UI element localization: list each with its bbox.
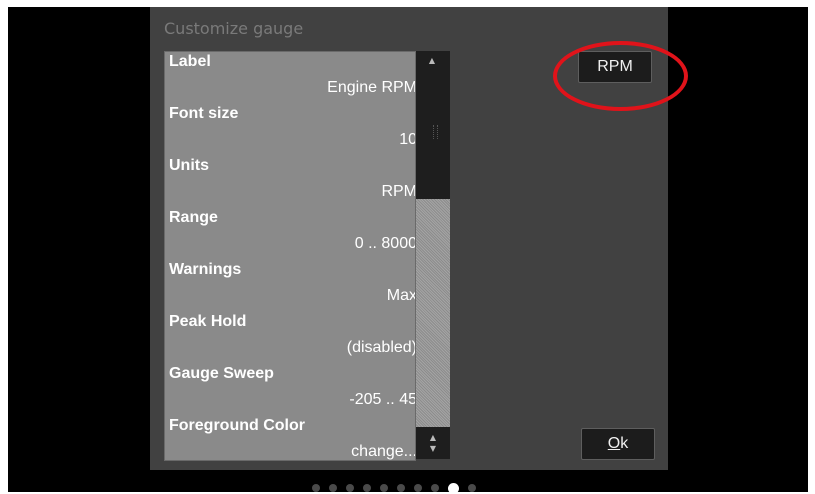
scrollbar-thumb[interactable]: ▲ <box>416 51 450 199</box>
page-dot[interactable] <box>312 484 320 492</box>
list-item-warnings[interactable]: Warnings Max <box>165 260 416 312</box>
page-dot[interactable] <box>468 484 476 492</box>
vertical-scrollbar[interactable]: ▲ ▲ ▼ <box>416 51 450 459</box>
setting-value: 0 .. 8000 <box>354 235 416 252</box>
dialog-title: Customize gauge <box>164 19 304 38</box>
setting-label: Warnings <box>169 261 242 278</box>
list-item-units[interactable]: Units RPM <box>165 156 416 208</box>
setting-value: Max <box>386 287 416 304</box>
setting-label: Gauge Sweep <box>169 365 274 382</box>
page-dot[interactable] <box>346 484 354 492</box>
ok-label-rest: k <box>620 435 629 452</box>
page-indicator <box>312 482 476 494</box>
setting-value: RPM <box>381 183 416 200</box>
ok-button[interactable]: Ok <box>581 428 655 460</box>
page-dot[interactable] <box>397 484 405 492</box>
ok-mnemonic: O <box>607 435 621 452</box>
setting-value: Engine RPM <box>327 79 416 96</box>
list-item-font-size[interactable]: Font size 10 <box>165 104 416 156</box>
setting-label: Foreground Color <box>169 417 305 434</box>
list-item-foreground-color[interactable]: Foreground Color change... <box>165 416 416 460</box>
setting-label: Peak Hold <box>169 313 247 330</box>
scroll-step-buttons: ▲ ▼ <box>416 427 450 459</box>
setting-value: -205 .. 45 <box>349 391 416 408</box>
list-item-range[interactable]: Range 0 .. 8000 <box>165 208 416 260</box>
scroll-up-icon[interactable]: ▲ <box>420 55 444 67</box>
setting-label: Range <box>169 209 218 226</box>
list-item-gauge-sweep[interactable]: Gauge Sweep -205 .. 45 <box>165 364 416 416</box>
step-down-icon[interactable]: ▼ <box>416 445 450 453</box>
setting-label: Units <box>169 157 209 174</box>
page-dot[interactable] <box>363 484 371 492</box>
step-up-icon[interactable]: ▲ <box>416 434 450 442</box>
setting-label: Font size <box>169 105 239 122</box>
list-item-peak-hold[interactable]: Peak Hold (disabled) <box>165 312 416 364</box>
device-screen: Customize gauge Label Engine RPM Font si… <box>8 7 808 494</box>
settings-list[interactable]: Label Engine RPM Font size 10 Units RPM … <box>164 51 416 461</box>
page-dot[interactable] <box>329 484 337 492</box>
setting-label: Label <box>169 53 211 70</box>
grip-icon <box>433 125 438 139</box>
page-dot[interactable] <box>431 484 439 492</box>
gauge-preview-button[interactable]: RPM <box>578 51 652 83</box>
page-dot[interactable] <box>380 484 388 492</box>
page-dot[interactable] <box>414 484 422 492</box>
settings-list-content: Label Engine RPM Font size 10 Units RPM … <box>165 52 416 460</box>
customize-gauge-dialog: Customize gauge Label Engine RPM Font si… <box>150 7 668 470</box>
setting-value: 10 <box>399 131 416 148</box>
setting-value: (disabled) <box>346 339 416 356</box>
setting-value: change... <box>351 443 416 460</box>
list-item-label[interactable]: Label Engine RPM <box>165 52 416 104</box>
